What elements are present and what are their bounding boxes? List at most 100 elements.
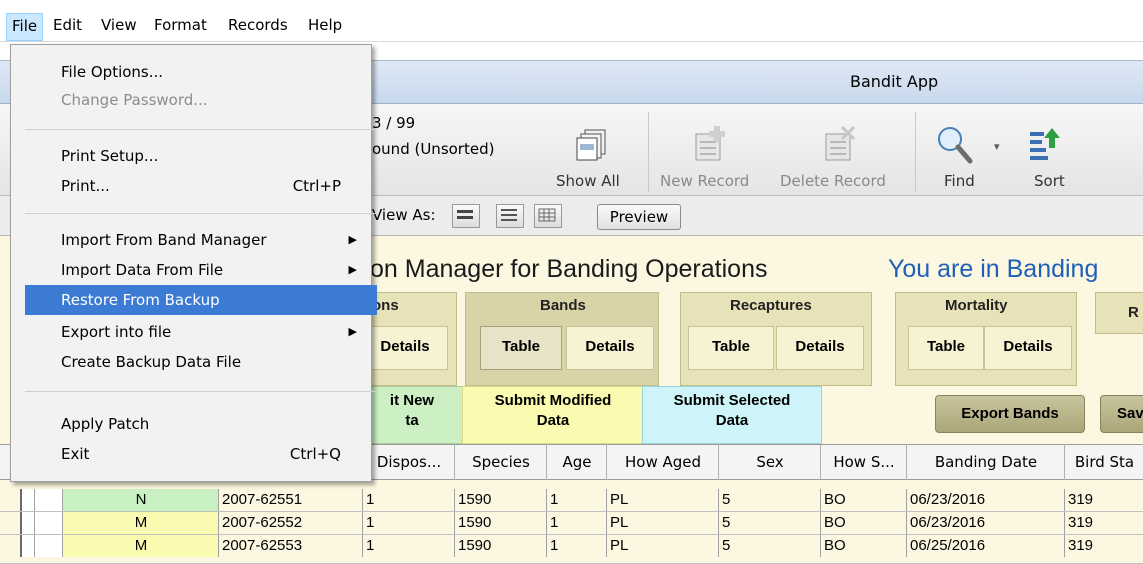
row-age[interactable]: 1 <box>546 535 610 557</box>
tab-bands-details[interactable]: Details <box>566 326 654 370</box>
view-list-icon[interactable] <box>496 204 524 228</box>
tab-first-details[interactable]: Details <box>362 326 448 370</box>
row-disposition[interactable]: 1 <box>362 489 458 511</box>
column-header-bird-status[interactable]: Bird Sta <box>1064 444 1143 480</box>
table-row[interactable]: M 2007-62552 1 1590 1 PL 5 BO 06/23/2016… <box>0 512 1143 535</box>
submit-new-data-button[interactable]: it New ta <box>360 386 464 444</box>
view-table-icon[interactable] <box>534 204 562 228</box>
row-disposition[interactable]: 1 <box>362 512 458 534</box>
row-sex[interactable]: 5 <box>718 512 824 534</box>
menu-item-label: Print... <box>61 177 110 195</box>
menu-item-shortcut: Ctrl+Q <box>289 445 341 463</box>
row-how-aged[interactable]: PL <box>606 535 722 557</box>
row-how-aged[interactable]: PL <box>606 512 722 534</box>
menu-item-print[interactable]: Print... Ctrl+P <box>23 171 371 201</box>
column-header-how-sexed[interactable]: How S... <box>820 444 907 480</box>
menu-edit[interactable]: Edit <box>48 14 87 36</box>
row-sex[interactable]: 5 <box>718 489 824 511</box>
menu-item-import-data-file[interactable]: Import Data From File ▶ <box>23 255 371 285</box>
sort-icon[interactable] <box>1028 126 1062 166</box>
row-bird-status[interactable]: 319 <box>1064 512 1143 534</box>
row-bird-status[interactable]: 319 <box>1064 489 1143 511</box>
tab-bands-table[interactable]: Table <box>480 326 562 370</box>
row-species[interactable]: 1590 <box>454 535 550 557</box>
menu-item-create-backup[interactable]: Create Backup Data File <box>23 347 371 377</box>
menu-item-label: Create Backup Data File <box>61 353 242 371</box>
submenu-arrow-icon: ▶ <box>348 325 357 338</box>
tab-mortality-details[interactable]: Details <box>984 326 1072 370</box>
new-record-icon[interactable] <box>692 124 728 164</box>
column-header-age[interactable]: Age <box>546 444 607 480</box>
menu-separator <box>25 391 377 392</box>
find-icon[interactable] <box>935 124 975 166</box>
find-dropdown-icon[interactable]: ▾ <box>994 140 1000 153</box>
row-bird-status[interactable]: 319 <box>1064 535 1143 557</box>
row-how-aged[interactable]: PL <box>606 489 722 511</box>
row-species[interactable]: 1590 <box>454 489 550 511</box>
show-all-button[interactable]: Show All <box>556 172 620 190</box>
menu-file[interactable]: File <box>6 13 44 41</box>
view-form-icon[interactable] <box>452 204 480 228</box>
menu-item-print-setup[interactable]: Print Setup... <box>23 141 371 171</box>
menu-item-restore-backup[interactable]: Restore From Backup <box>25 285 377 315</box>
menu-item-import-band-manager[interactable]: Import From Band Manager ▶ <box>23 225 371 255</box>
table-row[interactable]: N 2007-62551 1 1590 1 PL 5 BO 06/23/2016… <box>0 489 1143 512</box>
row-how-sexed[interactable]: BO <box>820 535 910 557</box>
mode-status: You are in Banding <box>888 255 1099 283</box>
delete-record-button[interactable]: Delete Record <box>780 172 886 190</box>
menu-view[interactable]: View <box>96 14 142 36</box>
save-button[interactable]: Sav <box>1100 395 1143 433</box>
tab-recaptures-table[interactable]: Table <box>688 326 774 370</box>
new-record-button[interactable]: New Record <box>660 172 749 190</box>
column-header-disposition[interactable]: Dispos... <box>362 444 455 480</box>
row-age[interactable]: 1 <box>546 489 610 511</box>
row-disposition[interactable]: 1 <box>362 535 458 557</box>
row-flag: M <box>62 512 219 534</box>
row-band-number[interactable]: 2007-62551 <box>218 489 366 511</box>
column-header-sex[interactable]: Sex <box>718 444 821 480</box>
menu-format[interactable]: Format <box>149 14 212 36</box>
export-bands-button[interactable]: Export Bands <box>935 395 1085 433</box>
submit-modified-data-button[interactable]: Submit Modified Data <box>462 386 644 444</box>
column-header-banding-date[interactable]: Banding Date <box>906 444 1065 480</box>
row-flag: N <box>62 489 219 511</box>
delete-record-icon[interactable] <box>822 124 858 164</box>
menu-item-apply-patch[interactable]: Apply Patch <box>23 409 371 439</box>
row-sex[interactable]: 5 <box>718 535 824 557</box>
menu-help[interactable]: Help <box>303 14 347 36</box>
toolbar-divider <box>648 112 649 192</box>
row-banding-date[interactable]: 06/23/2016 <box>906 512 1068 534</box>
menu-item-file-options[interactable]: File Options... <box>23 57 371 87</box>
tab-recaptures-details[interactable]: Details <box>776 326 864 370</box>
show-all-icon[interactable] <box>576 128 612 162</box>
menu-item-export-file[interactable]: Export into file ▶ <box>23 317 371 347</box>
menu-item-exit[interactable]: Exit Ctrl+Q <box>23 439 371 469</box>
row-banding-date[interactable]: 06/23/2016 <box>906 489 1068 511</box>
row-how-sexed[interactable]: BO <box>820 512 910 534</box>
submit-selected-data-button[interactable]: Submit Selected Data <box>642 386 822 444</box>
row-band-number[interactable]: 2007-62552 <box>218 512 366 534</box>
menu-records[interactable]: Records <box>223 14 293 36</box>
menu-item-label: Change Password... <box>61 91 208 109</box>
menu-separator <box>25 213 377 214</box>
view-as-label: View As: <box>372 206 436 224</box>
menu-item-label: Import Data From File <box>61 261 224 279</box>
find-button[interactable]: Find <box>944 172 975 190</box>
table-row[interactable]: M 2007-62553 1 1590 1 PL 5 BO 06/25/2016… <box>0 535 1143 564</box>
row-age[interactable]: 1 <box>546 512 610 534</box>
submit-selected-line1: Submit Selected <box>673 392 791 409</box>
column-header-how-aged[interactable]: How Aged <box>606 444 719 480</box>
row-banding-date[interactable]: 06/25/2016 <box>906 535 1068 557</box>
sort-button[interactable]: Sort <box>1034 172 1065 190</box>
preview-button[interactable]: Preview <box>597 204 681 230</box>
submenu-arrow-icon: ▶ <box>348 233 357 246</box>
row-how-sexed[interactable]: BO <box>820 489 910 511</box>
menu-separator <box>25 129 377 130</box>
menu-item-label: File Options... <box>61 63 164 81</box>
tab-mortality-table[interactable]: Table <box>908 326 984 370</box>
column-header-species[interactable]: Species <box>454 444 547 480</box>
submit-new-line2: ta <box>405 412 419 429</box>
row-flag: M <box>62 535 219 557</box>
row-species[interactable]: 1590 <box>454 512 550 534</box>
row-band-number[interactable]: 2007-62553 <box>218 535 366 557</box>
